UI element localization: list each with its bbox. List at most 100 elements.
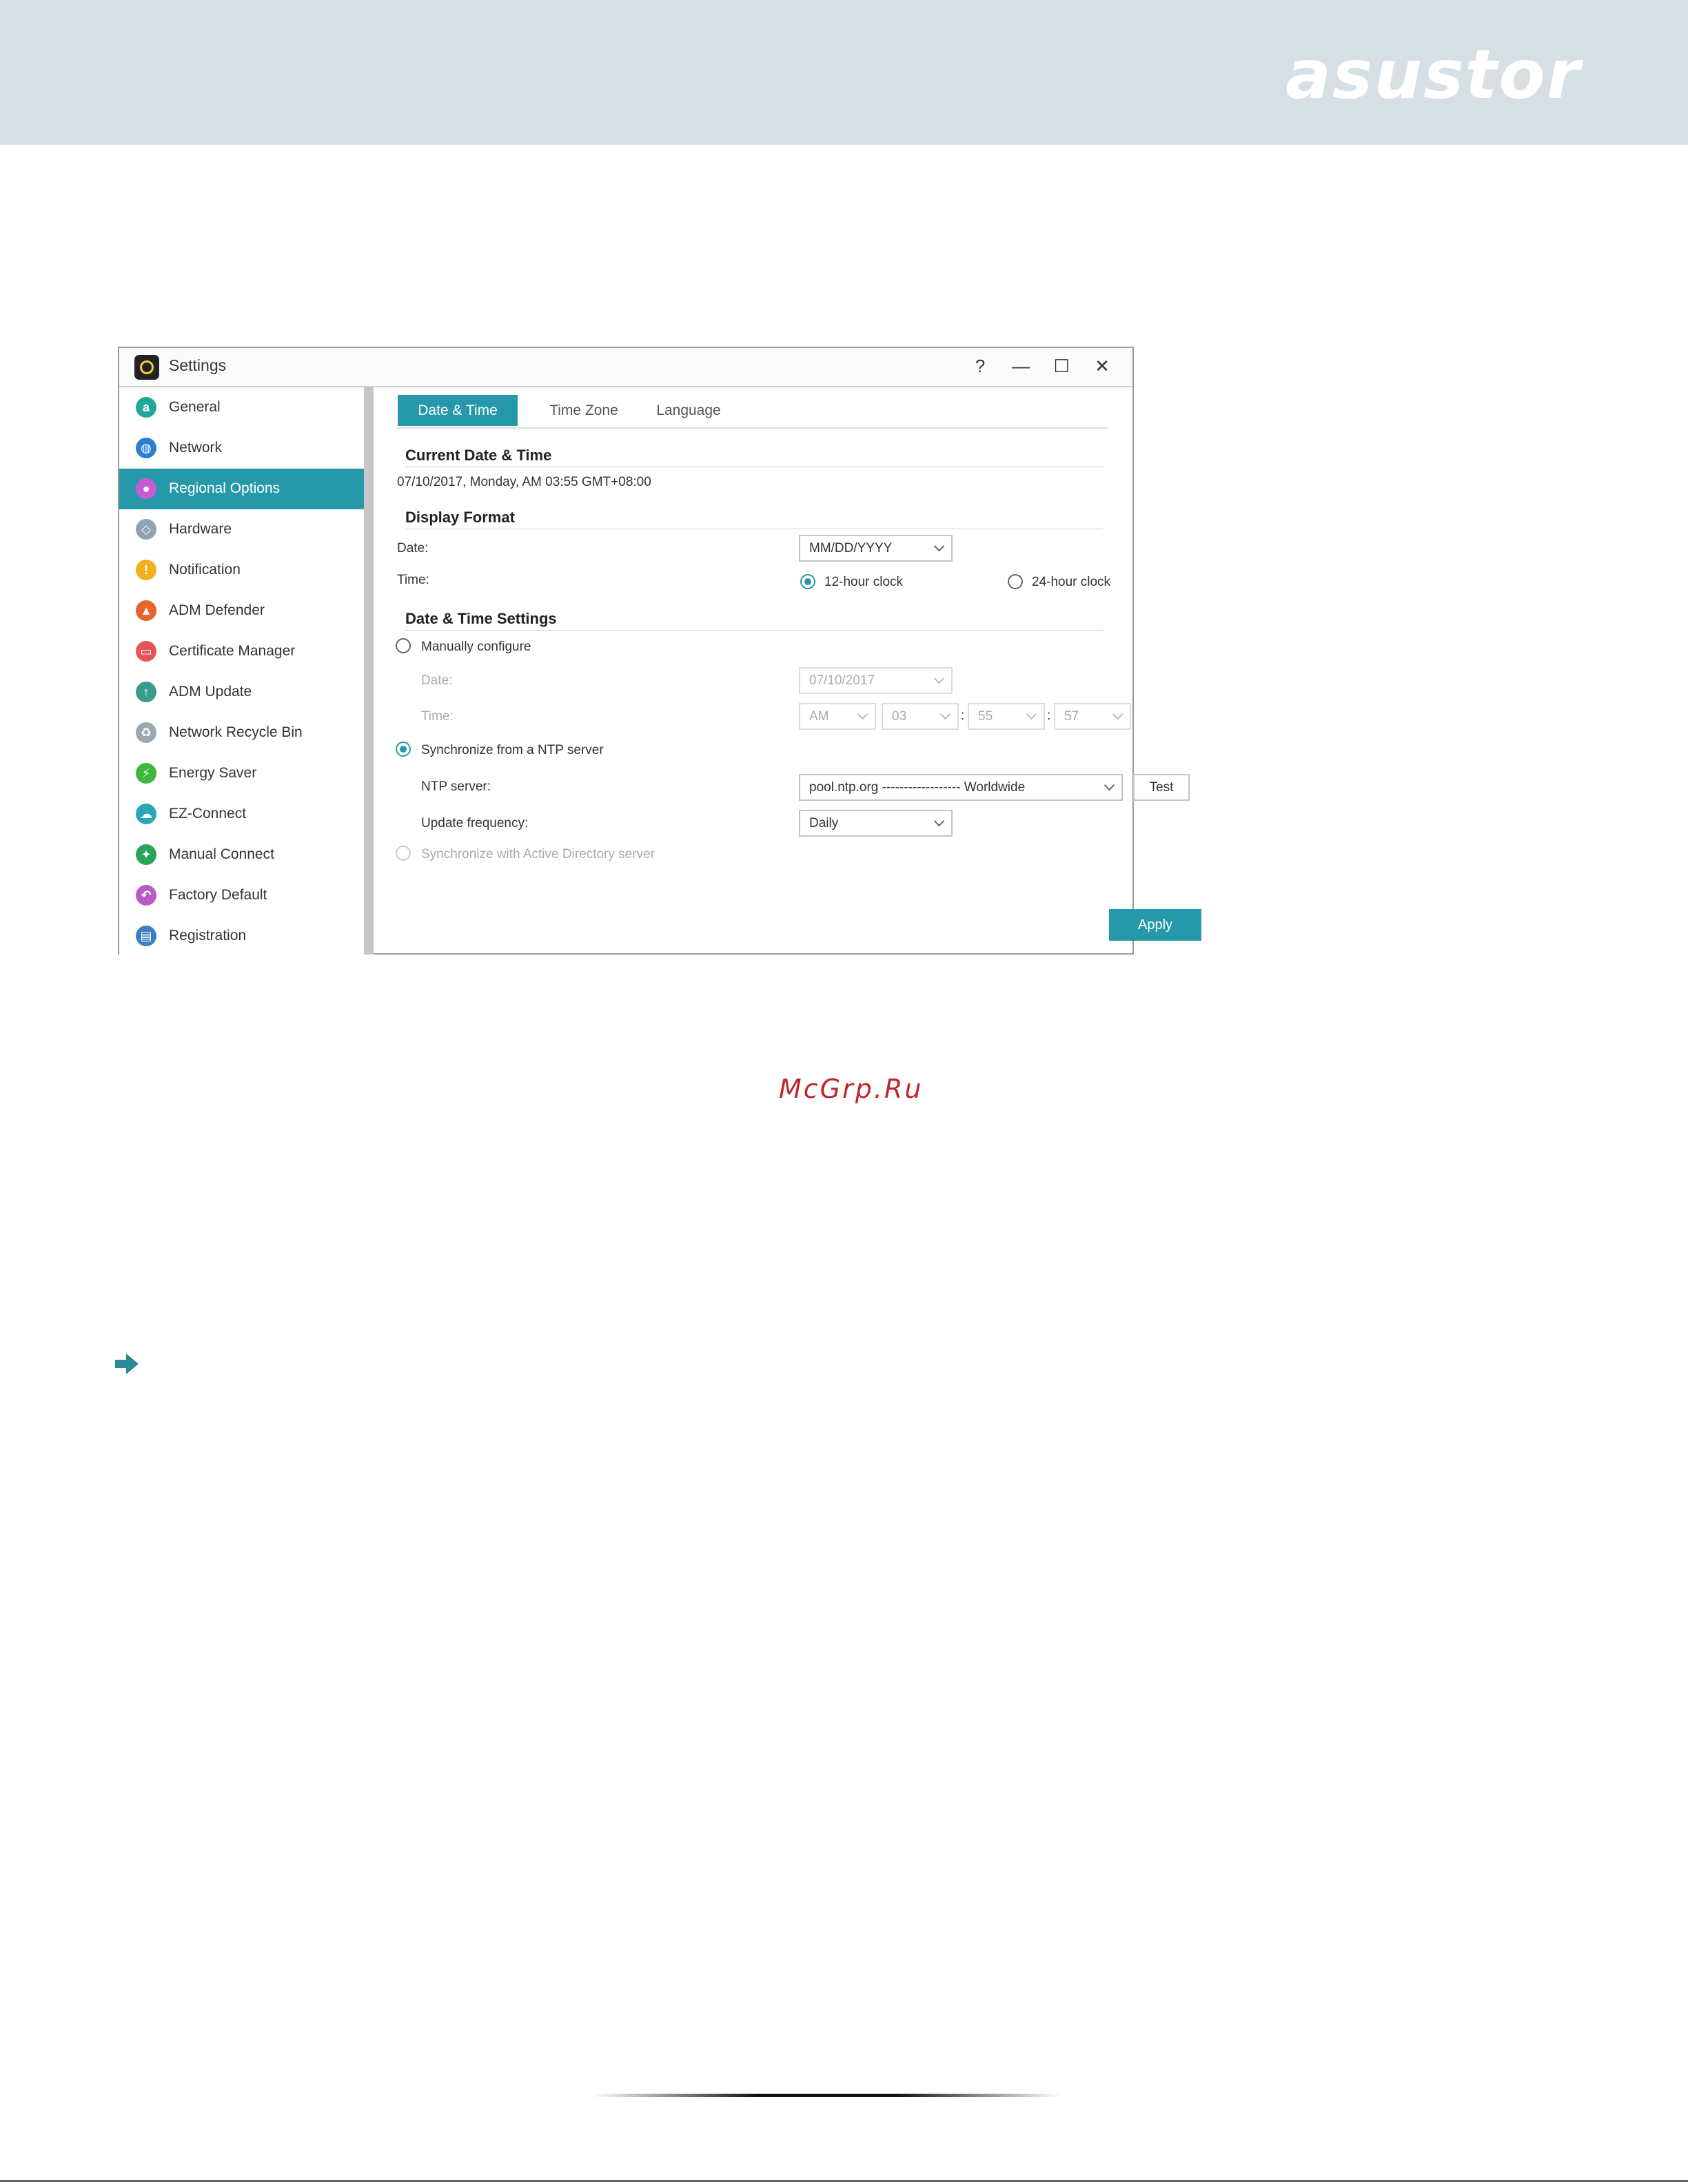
date-format-label: Date: xyxy=(397,541,429,555)
chevron-down-icon xyxy=(933,815,945,827)
manual-date-value: 07/10/2017 xyxy=(809,673,875,688)
ampm-select[interactable]: AM xyxy=(799,703,876,730)
second-select[interactable]: 57 xyxy=(1054,703,1131,730)
update-frequency-value: Daily xyxy=(809,816,839,830)
sidebar-item-factory-default[interactable]: ↶ Factory Default xyxy=(119,875,364,916)
manual-date-select[interactable]: 07/10/2017 xyxy=(799,667,953,694)
update-frequency-select[interactable]: Daily xyxy=(799,810,953,837)
sidebar-item-certificate-manager[interactable]: ▭ Certificate Manager xyxy=(119,631,364,672)
sidebar: a General ◍ Network ● Regional Options ◇ Hardwa… xyxy=(119,387,364,955)
second-value: 57 xyxy=(1064,709,1079,724)
radio-12-hour-label: 12-hour clock xyxy=(824,575,904,589)
tab-time-zone[interactable]: Time Zone xyxy=(538,395,629,426)
sidebar-item-label: Network xyxy=(169,440,223,456)
sidebar-item-label: ADM Update xyxy=(169,684,252,700)
radio-manual-configure-label: Manually configure xyxy=(421,640,531,654)
date-format-value: MM/DD/YYYY xyxy=(809,541,893,555)
title-bar: Settings ? — ☐ ✕ xyxy=(119,348,1132,387)
close-icon[interactable]: ✕ xyxy=(1087,351,1117,381)
manual-date-label: Date: xyxy=(421,673,453,688)
chevron-down-icon xyxy=(933,540,945,552)
hour-select[interactable]: 03 xyxy=(882,703,959,730)
apply-button[interactable]: Apply xyxy=(1109,909,1201,941)
window-title: Settings xyxy=(169,356,227,374)
sidebar-item-adm-update[interactable]: ↑ ADM Update xyxy=(119,672,364,713)
ntp-server-label: NTP server: xyxy=(421,779,491,794)
radio-active-directory[interactable] xyxy=(396,846,411,861)
minute-select[interactable]: 55 xyxy=(968,703,1045,730)
radio-ntp-sync[interactable] xyxy=(396,742,411,757)
sidebar-item-regional-options[interactable]: ● Regional Options xyxy=(119,469,364,509)
minute-value: 55 xyxy=(978,709,993,724)
sidebar-item-label: Notification xyxy=(169,562,241,578)
ntp-server-value: pool.ntp.org ------------------ Worldwid… xyxy=(809,780,1026,795)
registration-icon: ▤ xyxy=(136,926,156,946)
chevron-down-icon xyxy=(1026,708,1037,720)
sidebar-item-energy-saver[interactable]: ⚡ Energy Saver xyxy=(119,753,364,794)
sidebar-item-network[interactable]: ◍ Network xyxy=(119,428,364,469)
sidebar-item-ez-connect[interactable]: ☁ EZ-Connect xyxy=(119,794,364,835)
energy-icon: ⚡ xyxy=(136,763,156,784)
tab-date-time[interactable]: Date & Time xyxy=(398,395,518,426)
sidebar-scrollbar[interactable] xyxy=(364,387,374,955)
chevron-down-icon xyxy=(933,673,945,684)
cloud-icon: ☁ xyxy=(136,804,156,824)
sidebar-item-manual-connect[interactable]: ✦ Manual Connect xyxy=(119,835,364,875)
sidebar-item-label: Energy Saver xyxy=(169,765,257,781)
update-icon: ↑ xyxy=(136,682,156,702)
header-band: asustor xyxy=(0,0,1688,145)
radio-24-hour-label: 24-hour clock xyxy=(1032,575,1111,589)
manual-connect-icon: ✦ xyxy=(136,844,156,865)
watermark-text: McGrp.Ru xyxy=(779,1074,924,1104)
radio-12-hour[interactable] xyxy=(800,574,815,589)
sidebar-item-label: EZ-Connect xyxy=(169,806,247,821)
radio-manual-configure[interactable] xyxy=(396,638,411,653)
sidebar-item-notification[interactable]: ! Notification xyxy=(119,550,364,591)
manual-time-label: Time: xyxy=(421,709,454,724)
tab-language[interactable]: Language xyxy=(650,395,727,426)
sidebar-item-hardware[interactable]: ◇ Hardware xyxy=(119,509,364,550)
date-time-settings-heading: Date & Time Settings xyxy=(405,610,557,627)
settings-window: Settings ? — ☐ ✕ a General ◍ Network ● Region… xyxy=(118,347,1201,955)
sidebar-item-label: Manual Connect xyxy=(169,846,274,862)
general-icon: a xyxy=(136,397,156,418)
current-date-time-value: 07/10/2017, Monday, AM 03:55 GMT+08:00 xyxy=(397,475,651,489)
alert-icon: ! xyxy=(136,560,156,580)
arrow-right-icon xyxy=(115,1354,139,1374)
location-pin-icon: ● xyxy=(136,478,156,499)
date-format-select[interactable]: MM/DD/YYYY xyxy=(799,535,953,562)
sidebar-item-adm-defender[interactable]: ▲ ADM Defender xyxy=(119,591,364,631)
minimize-icon[interactable]: — xyxy=(1006,351,1036,381)
sidebar-item-registration[interactable]: ▤ Registration xyxy=(119,916,364,957)
chevron-down-icon xyxy=(1104,779,1115,791)
sidebar-item-label: General xyxy=(169,399,221,415)
sidebar-item-label: Certificate Manager xyxy=(169,643,296,659)
radio-24-hour[interactable] xyxy=(1008,574,1023,589)
section-divider xyxy=(405,630,1103,631)
ntp-server-select[interactable]: pool.ntp.org ------------------ Worldwid… xyxy=(799,774,1123,801)
content-panel: Date & Time Time Zone Language Current D… xyxy=(375,387,1201,955)
sidebar-item-label: Network Recycle Bin xyxy=(169,724,303,740)
settings-app-icon xyxy=(134,355,159,380)
sidebar-item-network-recycle-bin[interactable]: ♻ Network Recycle Bin xyxy=(119,713,364,753)
test-button[interactable]: Test xyxy=(1133,774,1190,801)
time-separator: : xyxy=(961,708,965,723)
ampm-value: AM xyxy=(809,709,829,724)
sidebar-item-general[interactable]: a General xyxy=(119,387,364,428)
undo-icon: ↶ xyxy=(136,885,156,906)
maximize-icon[interactable]: ☐ xyxy=(1046,351,1077,381)
sidebar-item-label: Hardware xyxy=(169,521,232,537)
certificate-icon: ▭ xyxy=(136,641,156,662)
hardware-icon: ◇ xyxy=(136,519,156,540)
page-bottom-border xyxy=(0,2180,1688,2182)
time-separator: : xyxy=(1047,708,1051,723)
sidebar-item-label: Registration xyxy=(169,928,247,943)
sidebar-item-label: Regional Options xyxy=(169,480,281,496)
chevron-down-icon xyxy=(1112,708,1123,720)
sidebar-item-label: ADM Defender xyxy=(169,602,265,618)
help-icon[interactable]: ? xyxy=(965,351,995,381)
recycle-bin-icon: ♻ xyxy=(136,722,156,743)
sidebar-item-label: Factory Default xyxy=(169,887,267,903)
radio-ntp-sync-label: Synchronize from a NTP server xyxy=(421,743,604,757)
display-format-heading: Display Format xyxy=(405,509,515,526)
